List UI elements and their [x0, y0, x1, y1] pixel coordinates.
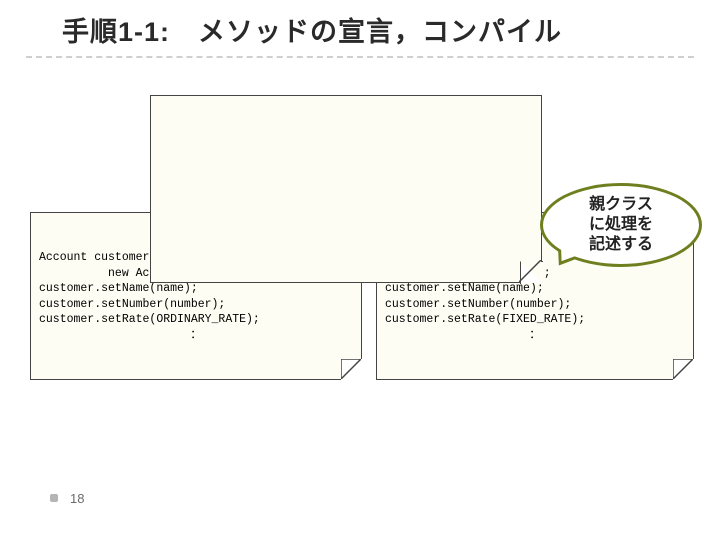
- code-line: customer.setRate(FIXED_RATE);: [385, 313, 585, 326]
- code-line: Account customer =: [39, 251, 163, 264]
- slide-title: 手順1-1: メソッドの宣言，コンパイル: [62, 10, 562, 49]
- slide: 手順1-1: メソッドの宣言，コンパイル ： Account customer =…: [0, 0, 720, 540]
- code-line: customer.setRate(ORDINARY_RATE);: [39, 313, 260, 326]
- page-bullet-icon: [50, 494, 58, 502]
- dogear-icon: [341, 359, 361, 379]
- code-line: customer.setNumber(number);: [385, 298, 571, 311]
- callout-text: 親クラス に処理を 記述する: [589, 195, 653, 255]
- code-line: customer.setNumber(number);: [39, 298, 225, 311]
- ellipsis-bottom: ：: [39, 328, 353, 344]
- dogear-diagonal-icon: [519, 260, 541, 282]
- code-line: customer.setName(name);: [385, 282, 544, 295]
- page-number: 18: [70, 491, 84, 506]
- ellipsis-bottom: ：: [385, 328, 685, 344]
- overlay-box: [150, 95, 542, 283]
- dogear-icon: [673, 359, 693, 379]
- code-line: customer.setName(name);: [39, 282, 198, 295]
- title-divider: [26, 56, 694, 58]
